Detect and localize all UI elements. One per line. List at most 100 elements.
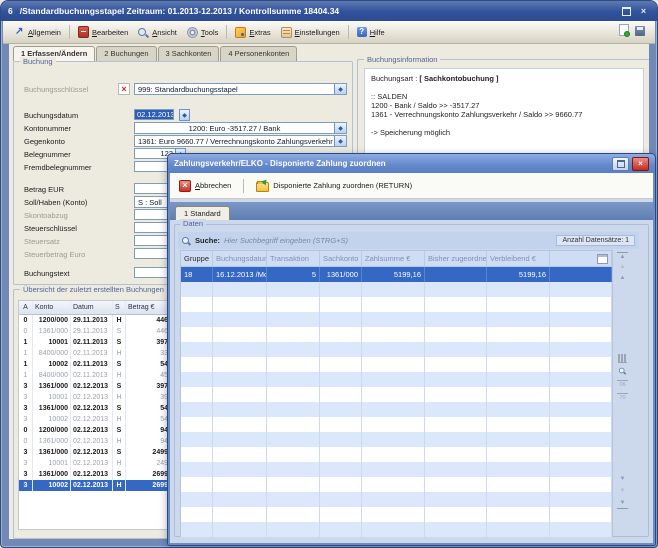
scroll-down-icon[interactable]: ▼ (617, 487, 628, 496)
cancel-button[interactable]: Abbrechen (175, 178, 235, 194)
screen: 6 /Standardbuchungsstapel Zeitraum: 01.2… (0, 0, 658, 548)
menu-item-extras[interactable]: Extras (230, 25, 275, 40)
tab-2[interactable]: 2 Buchungen (96, 46, 156, 61)
payment-row-empty[interactable] (181, 492, 612, 507)
payment-cell (425, 492, 487, 507)
payment-cell: 1361/000 (320, 267, 362, 282)
dropdown-arrow-icon[interactable]: ◆ (334, 84, 346, 94)
page-down-icon[interactable]: ▼ (617, 475, 628, 484)
menu-item-allgemein[interactable]: Allgemein (9, 25, 66, 40)
field-label: Steuerschlüssel (24, 224, 77, 233)
uebersicht-cell: 02.11.2013 (71, 370, 113, 381)
payment-row-empty[interactable] (181, 417, 612, 432)
menu-item-einstellungen[interactable]: Einstellungen (276, 25, 345, 40)
menubar: Allgemein BearbeitenAnsichtTools Extras Ein… (3, 21, 655, 44)
payments-col-header: Transaktion (267, 251, 320, 266)
uebersicht-group-label: Übersicht der zuletzt erstellten Buchung… (20, 285, 167, 294)
save-button[interactable] (635, 23, 645, 41)
payment-cell (550, 417, 612, 432)
dialog-titlebar[interactable]: Zahlungsverkehr/ELKO - Disponierte Zahlu… (168, 154, 655, 173)
field-combo-0[interactable]: 999: Standardbuchungsstapel◆ (134, 83, 347, 95)
uebersicht-cell: 02.12.2013 (71, 381, 113, 392)
payment-row-empty[interactable] (181, 312, 612, 327)
scroll-top-icon[interactable]: ▲ (617, 252, 628, 262)
goto-record-70-icon[interactable]: 70 (617, 393, 628, 402)
uebersicht-cell: S (113, 326, 126, 337)
uebersicht-cell: H (113, 458, 126, 469)
close-icon[interactable]: × (637, 6, 650, 17)
dropdown-arrow-icon[interactable]: ◆ (334, 136, 346, 146)
payment-cell (425, 312, 487, 327)
page-up-icon[interactable]: ▲ (617, 274, 628, 283)
payment-cell (487, 387, 550, 402)
assign-payment-button[interactable]: Disponierte Zahlung zuordnen (RETURN) (252, 177, 416, 194)
menu-item-tools[interactable]: Tools (182, 25, 224, 40)
payment-row-empty[interactable] (181, 447, 612, 462)
uebersicht-cell: S (113, 403, 126, 414)
payment-row-empty[interactable] (181, 432, 612, 447)
spinner-icon[interactable]: ◆ (179, 109, 190, 121)
payment-row-empty[interactable] (181, 357, 612, 372)
payment-cell (181, 357, 213, 372)
dialog-close-icon[interactable]: × (632, 157, 649, 171)
clear-field-icon[interactable] (118, 83, 130, 95)
uebersicht-cell: 02.12.2013 (71, 458, 113, 469)
scroll-up-icon[interactable]: ▲ (617, 263, 628, 272)
tab-3[interactable]: 3 Sachkonten (158, 46, 220, 61)
uebersicht-cell: 54 (126, 414, 171, 425)
uebersicht-cell: 1361/000 (33, 381, 71, 392)
columns-icon[interactable] (618, 354, 627, 363)
table-search-icon[interactable] (617, 366, 628, 375)
new-document-button[interactable] (619, 23, 629, 41)
menu-item-label: Extras (249, 28, 270, 37)
external-link-icon (14, 27, 25, 38)
payment-row-empty[interactable] (181, 342, 612, 357)
payment-cell (362, 492, 425, 507)
uebersicht-cell: 446 (126, 326, 171, 337)
payment-cell (362, 372, 425, 387)
menu-item-hilfe[interactable]: Hilfe (352, 25, 390, 39)
window-copy-icon[interactable] (597, 254, 608, 264)
field-combo-3[interactable]: 1361: Euro 9660.77 / Verrechnungskonto Z… (134, 135, 347, 147)
uebersicht-cell: 94 (126, 436, 171, 447)
scroll-bottom-icon[interactable]: ▼ (617, 499, 628, 509)
field-input-1[interactable]: 02.12.2013 (134, 109, 174, 120)
uebersicht-cell: 3 (19, 447, 33, 458)
menu-item-bearbeiten[interactable]: Bearbeiten (73, 24, 133, 40)
payment-cell: 18 (181, 267, 213, 282)
uebersicht-cell: 249 (126, 458, 171, 469)
payment-row-empty[interactable] (181, 477, 612, 492)
payment-cell (320, 447, 362, 462)
payment-row-empty[interactable] (181, 402, 612, 417)
field-label: Gegenkonto (24, 137, 65, 146)
payment-row-empty[interactable] (181, 282, 612, 297)
dropdown-arrow-icon[interactable]: ◆ (334, 123, 346, 133)
payment-cell (213, 342, 267, 357)
payment-cell (213, 507, 267, 522)
uebersicht-col-header: Betrag € (126, 301, 171, 314)
restore-icon[interactable] (620, 6, 633, 17)
payment-row-empty[interactable] (181, 507, 612, 522)
payments-col-header: Sachkonto (320, 251, 362, 266)
payment-row-empty[interactable] (181, 327, 612, 342)
tab-4[interactable]: 4 Personenkonten (220, 46, 297, 61)
payment-row-empty[interactable] (181, 297, 612, 312)
search-bar[interactable]: Suche: Hier Suchbegriff eingeben (STRG+S… (178, 232, 639, 249)
uebersicht-cell: 10001 (33, 337, 71, 348)
payment-row-empty[interactable] (181, 462, 612, 477)
uebersicht-cell: S (113, 337, 126, 348)
menu-item-ansicht[interactable]: Ansicht (133, 25, 182, 40)
payment-row-empty[interactable] (181, 372, 612, 387)
payments-col-header: Buchungsdatum (213, 251, 267, 266)
payment-row-selected[interactable]: 1816.12.2013 /Mo51361/0005199,165199,16 (181, 267, 612, 282)
tab-standard[interactable]: 1 Standard (175, 206, 230, 220)
payment-row-empty[interactable] (181, 387, 612, 402)
payment-row-empty[interactable] (181, 522, 612, 537)
payment-cell (213, 387, 267, 402)
payment-cell (550, 387, 612, 402)
uebersicht-cell: 397 (126, 337, 171, 348)
field-combo-2[interactable]: 1200: Euro -3517.27 / Bank◆ (134, 122, 347, 134)
dialog-minimize-icon[interactable] (612, 157, 629, 171)
goto-record-06-icon[interactable]: 06 (617, 380, 628, 389)
main-titlebar[interactable]: 6 /Standardbuchungsstapel Zeitraum: 01.2… (1, 1, 657, 21)
